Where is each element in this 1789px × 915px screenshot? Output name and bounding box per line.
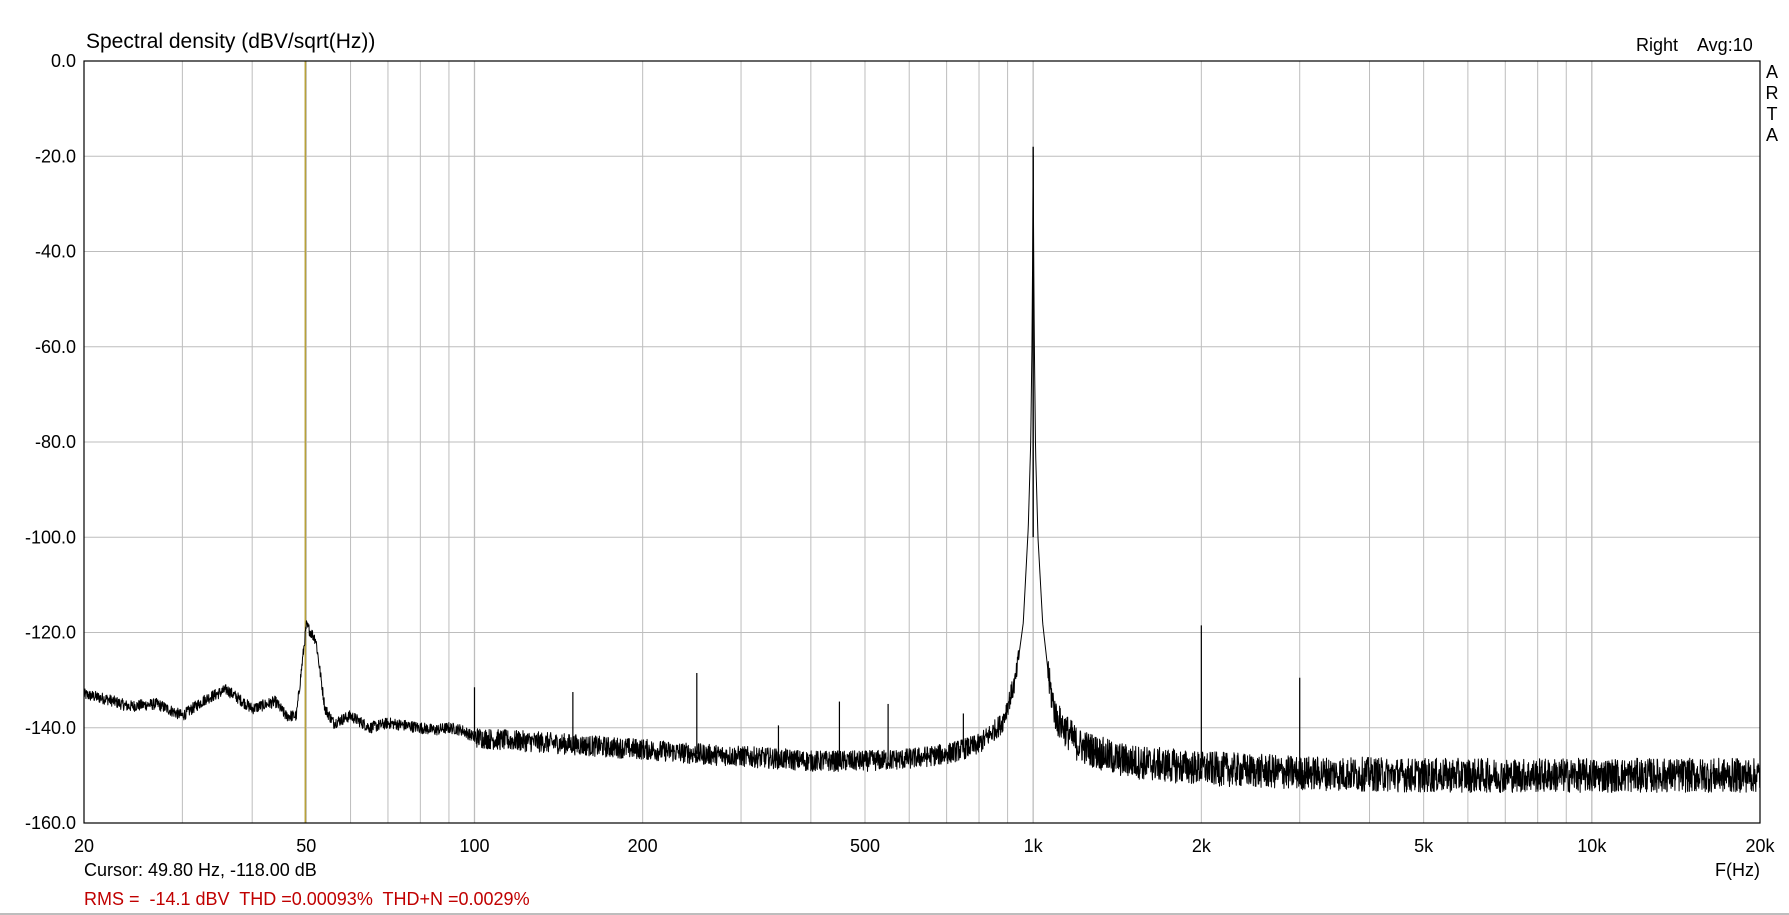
x-tick-label: 500 — [850, 836, 880, 856]
y-tick-label: 0.0 — [51, 51, 76, 71]
x-tick-label: 100 — [459, 836, 489, 856]
cursor-readout: Cursor: 49.80 Hz, -118.00 dB — [84, 860, 317, 880]
x-tick-label: 50 — [296, 836, 316, 856]
channel-label: Right — [1636, 35, 1678, 55]
x-tick-label: 5k — [1414, 836, 1434, 856]
x-tick-label: 10k — [1577, 836, 1607, 856]
y-axis-ticks: 0.0 -20.0 -40.0 -60.0 -80.0 -100.0 -120.0 -140.… — [25, 51, 76, 833]
watermark-letter-a1: A — [1766, 62, 1778, 82]
chart-title: Spectral density (dBV/sqrt(Hz)) — [86, 30, 375, 53]
y-tick-label: -120.0 — [25, 623, 76, 643]
y-tick-label: -100.0 — [25, 527, 76, 547]
avg-label: Avg:10 — [1697, 35, 1753, 55]
y-tick-label: -20.0 — [35, 146, 76, 166]
watermark-letter-r: R — [1766, 83, 1779, 103]
y-tick-label: -80.0 — [35, 432, 76, 452]
y-tick-label: -60.0 — [35, 337, 76, 357]
x-axis-ticks: 20 50 100 200 500 1k 2k 5k 10k 20k — [74, 836, 1776, 856]
x-tick-label: 20k — [1745, 836, 1775, 856]
y-tick-label: -140.0 — [25, 718, 76, 738]
measurement-readout: RMS = -14.1 dBV THD =0.00093% THD+N =0.0… — [84, 889, 530, 909]
x-tick-label: 200 — [628, 836, 658, 856]
x-tick-label: 20 — [74, 836, 94, 856]
spectrum-chart: 0.0 -20.0 -40.0 -60.0 -80.0 -100.0 -120.0 -140.… — [25, 30, 1779, 909]
y-tick-label: -40.0 — [35, 242, 76, 262]
watermark-letter-t: T — [1767, 104, 1778, 124]
watermark-letter-a2: A — [1766, 125, 1778, 145]
x-tick-label: 1k — [1024, 836, 1044, 856]
x-tick-label: 2k — [1192, 836, 1212, 856]
x-axis-label: F(Hz) — [1715, 860, 1760, 880]
y-tick-label: -160.0 — [25, 813, 76, 833]
